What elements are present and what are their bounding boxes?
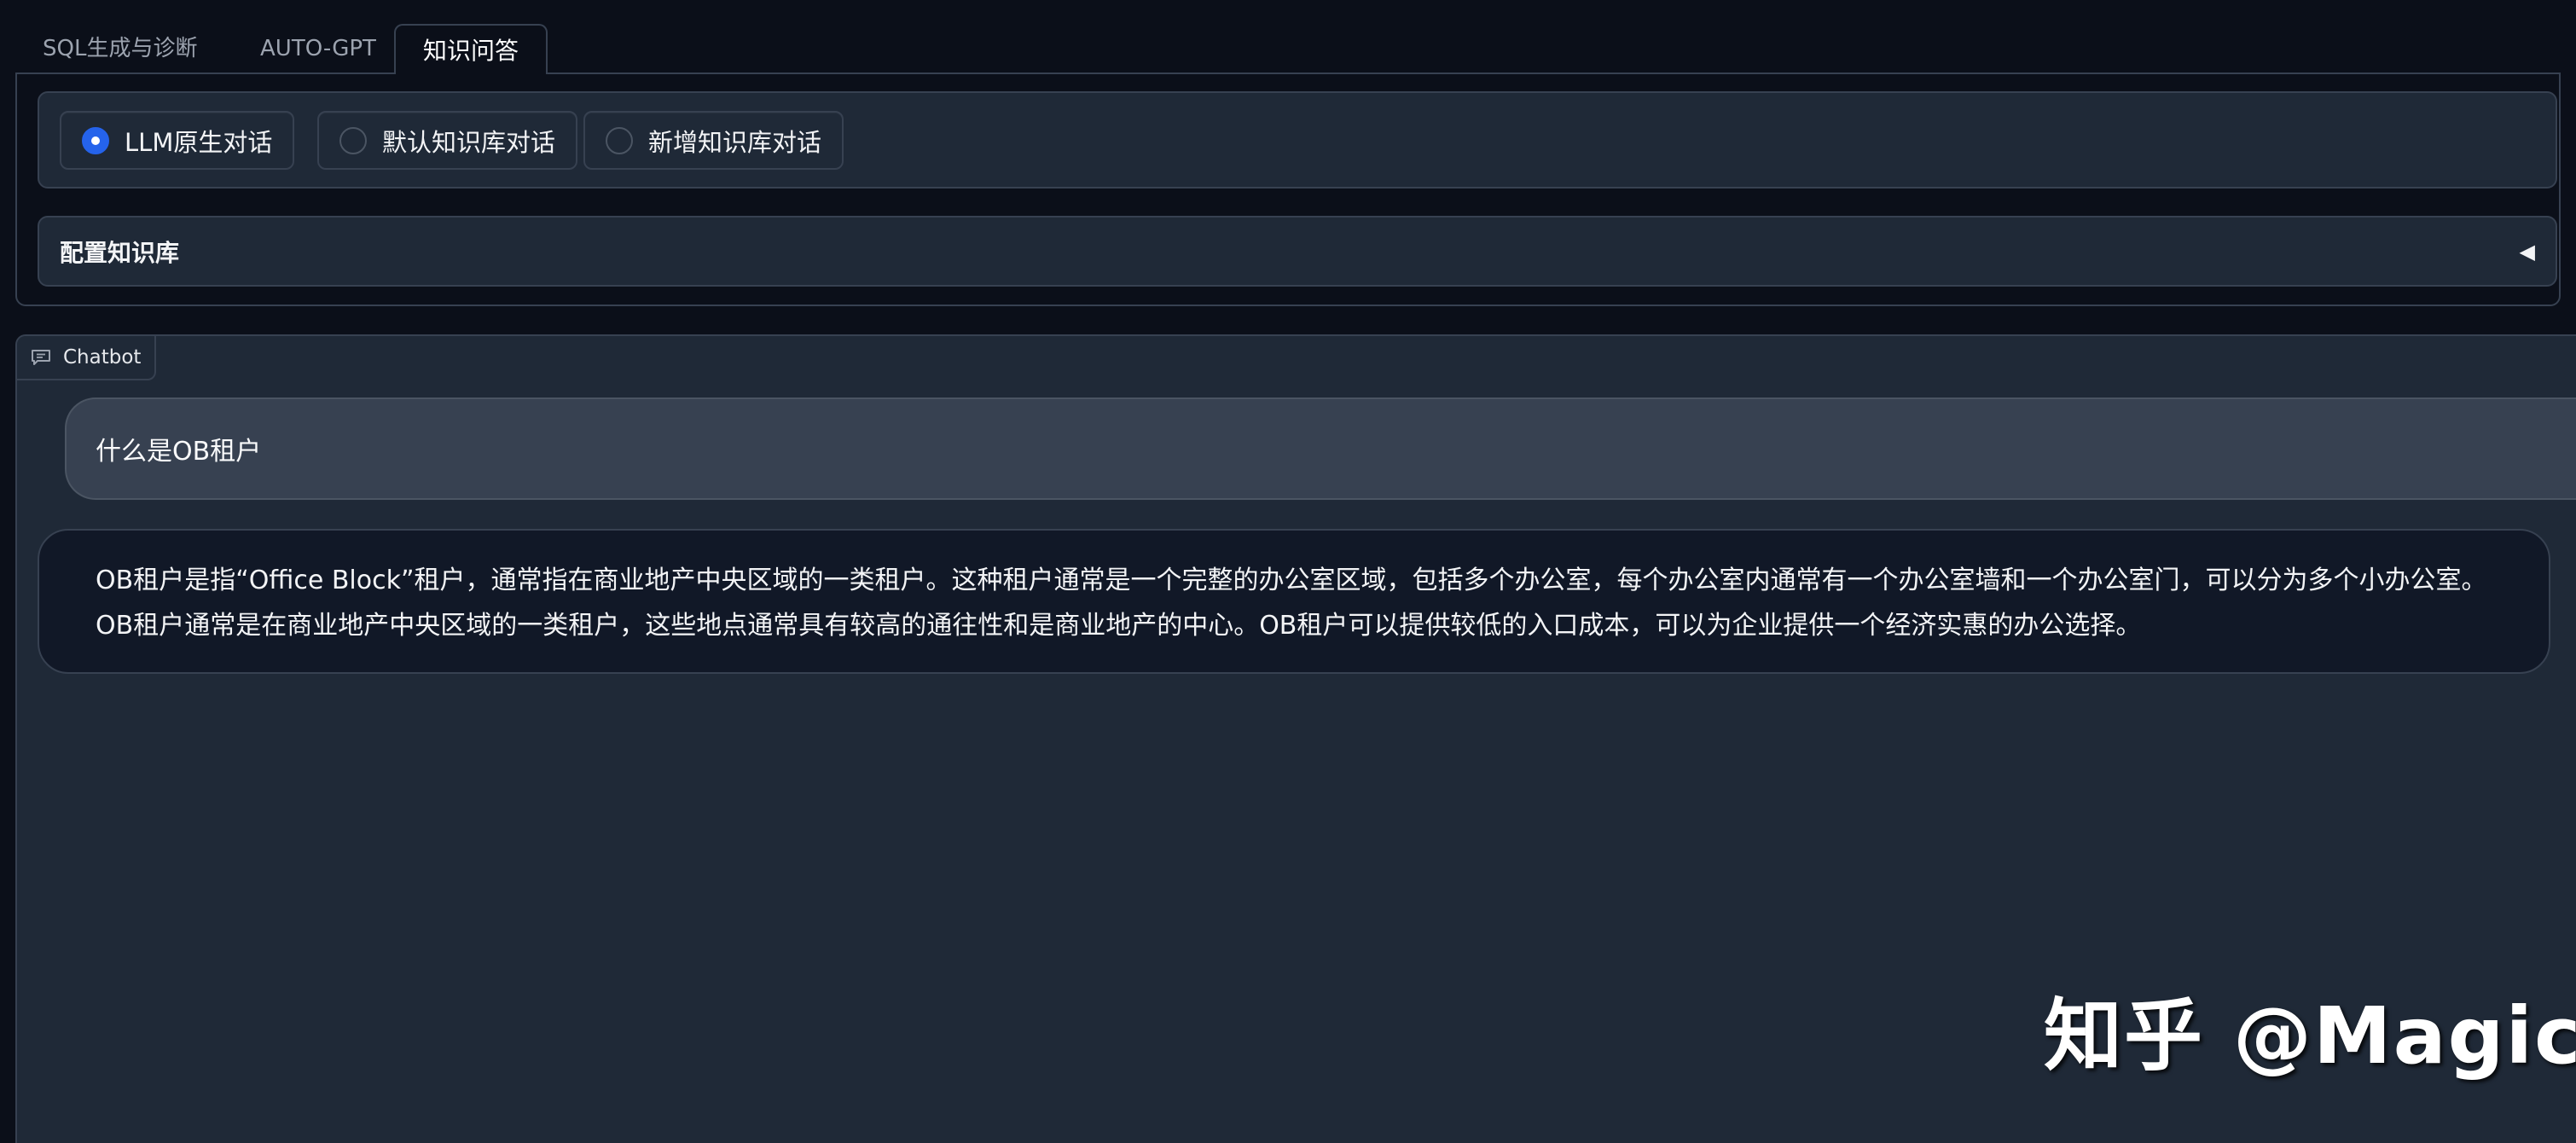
watermark: 知乎 @Magic xyxy=(2044,990,2576,1082)
user-message: 什么是OB租户 xyxy=(65,397,2576,500)
radio-llm-native-chat[interactable]: LLM原生对话 xyxy=(60,111,295,170)
mode-radio-group: LLM原生对话 默认知识库对话 新增知识库对话 xyxy=(38,91,2557,189)
bot-message-text: OB租户是指“Office Block”租户，通常指在商业地产中央区域的一类租户… xyxy=(96,566,2487,641)
radio-new-kb-chat[interactable]: 新增知识库对话 xyxy=(583,111,844,170)
bot-message: OB租户是指“Office Block”租户，通常指在商业地产中央区域的一类租户… xyxy=(38,529,2550,674)
knowledge-qa-panel: LLM原生对话 默认知识库对话 新增知识库对话 配置知识库 ◀ xyxy=(15,74,2561,306)
radio-label: LLM原生对话 xyxy=(125,127,273,157)
radio-checked-icon xyxy=(82,126,109,154)
triangle-left-icon: ◀ xyxy=(2519,239,2535,264)
chat-icon xyxy=(32,350,50,365)
tab-bar: SQL生成与诊断 AUTO-GPT 知识问答 xyxy=(15,0,2561,76)
user-message-text: 什么是OB租户 xyxy=(96,437,262,467)
radio-unchecked-icon xyxy=(606,126,633,154)
radio-label: 新增知识库对话 xyxy=(648,127,822,157)
chatbot-label: Chatbot xyxy=(17,336,157,380)
tab-sql-generation[interactable]: SQL生成与诊断 xyxy=(15,24,224,74)
configure-kb-accordion[interactable]: 配置知识库 ◀ xyxy=(38,216,2557,287)
accordion-title: 配置知识库 xyxy=(60,238,180,267)
tab-knowledge-qa[interactable]: 知识问答 xyxy=(394,24,548,76)
radio-label: 默认知识库对话 xyxy=(382,127,556,157)
radio-default-kb-chat[interactable]: 默认知识库对话 xyxy=(317,111,578,170)
chatbot-label-text: Chatbot xyxy=(63,346,142,368)
tab-auto-gpt[interactable]: AUTO-GPT xyxy=(233,24,403,74)
radio-unchecked-icon xyxy=(339,126,367,154)
